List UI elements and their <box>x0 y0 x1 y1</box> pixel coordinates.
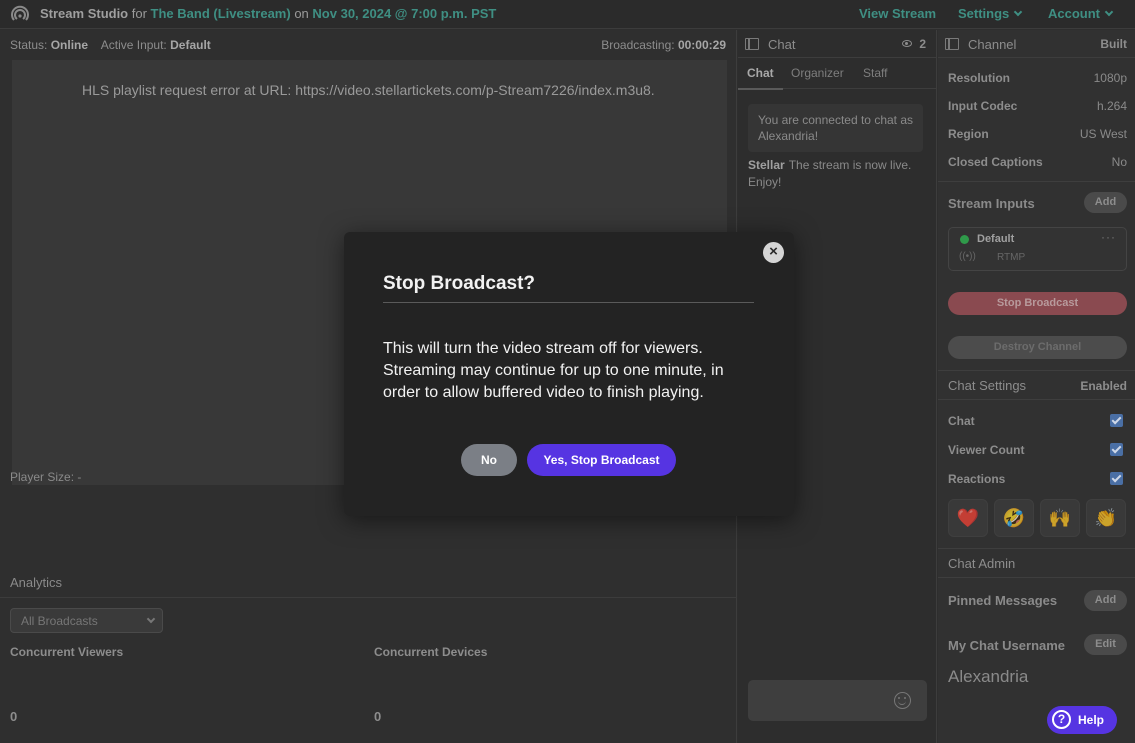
divider <box>383 302 754 303</box>
no-button[interactable]: No <box>461 444 517 476</box>
dialog-title: Stop Broadcast? <box>383 273 536 294</box>
close-icon[interactable]: × <box>763 242 784 263</box>
dialog-body: This will turn the video stream off for … <box>383 340 724 401</box>
confirm-stop-broadcast-button[interactable]: Yes, Stop Broadcast <box>527 444 676 476</box>
stop-broadcast-dialog: × Stop Broadcast? This will turn the vid… <box>344 232 794 516</box>
